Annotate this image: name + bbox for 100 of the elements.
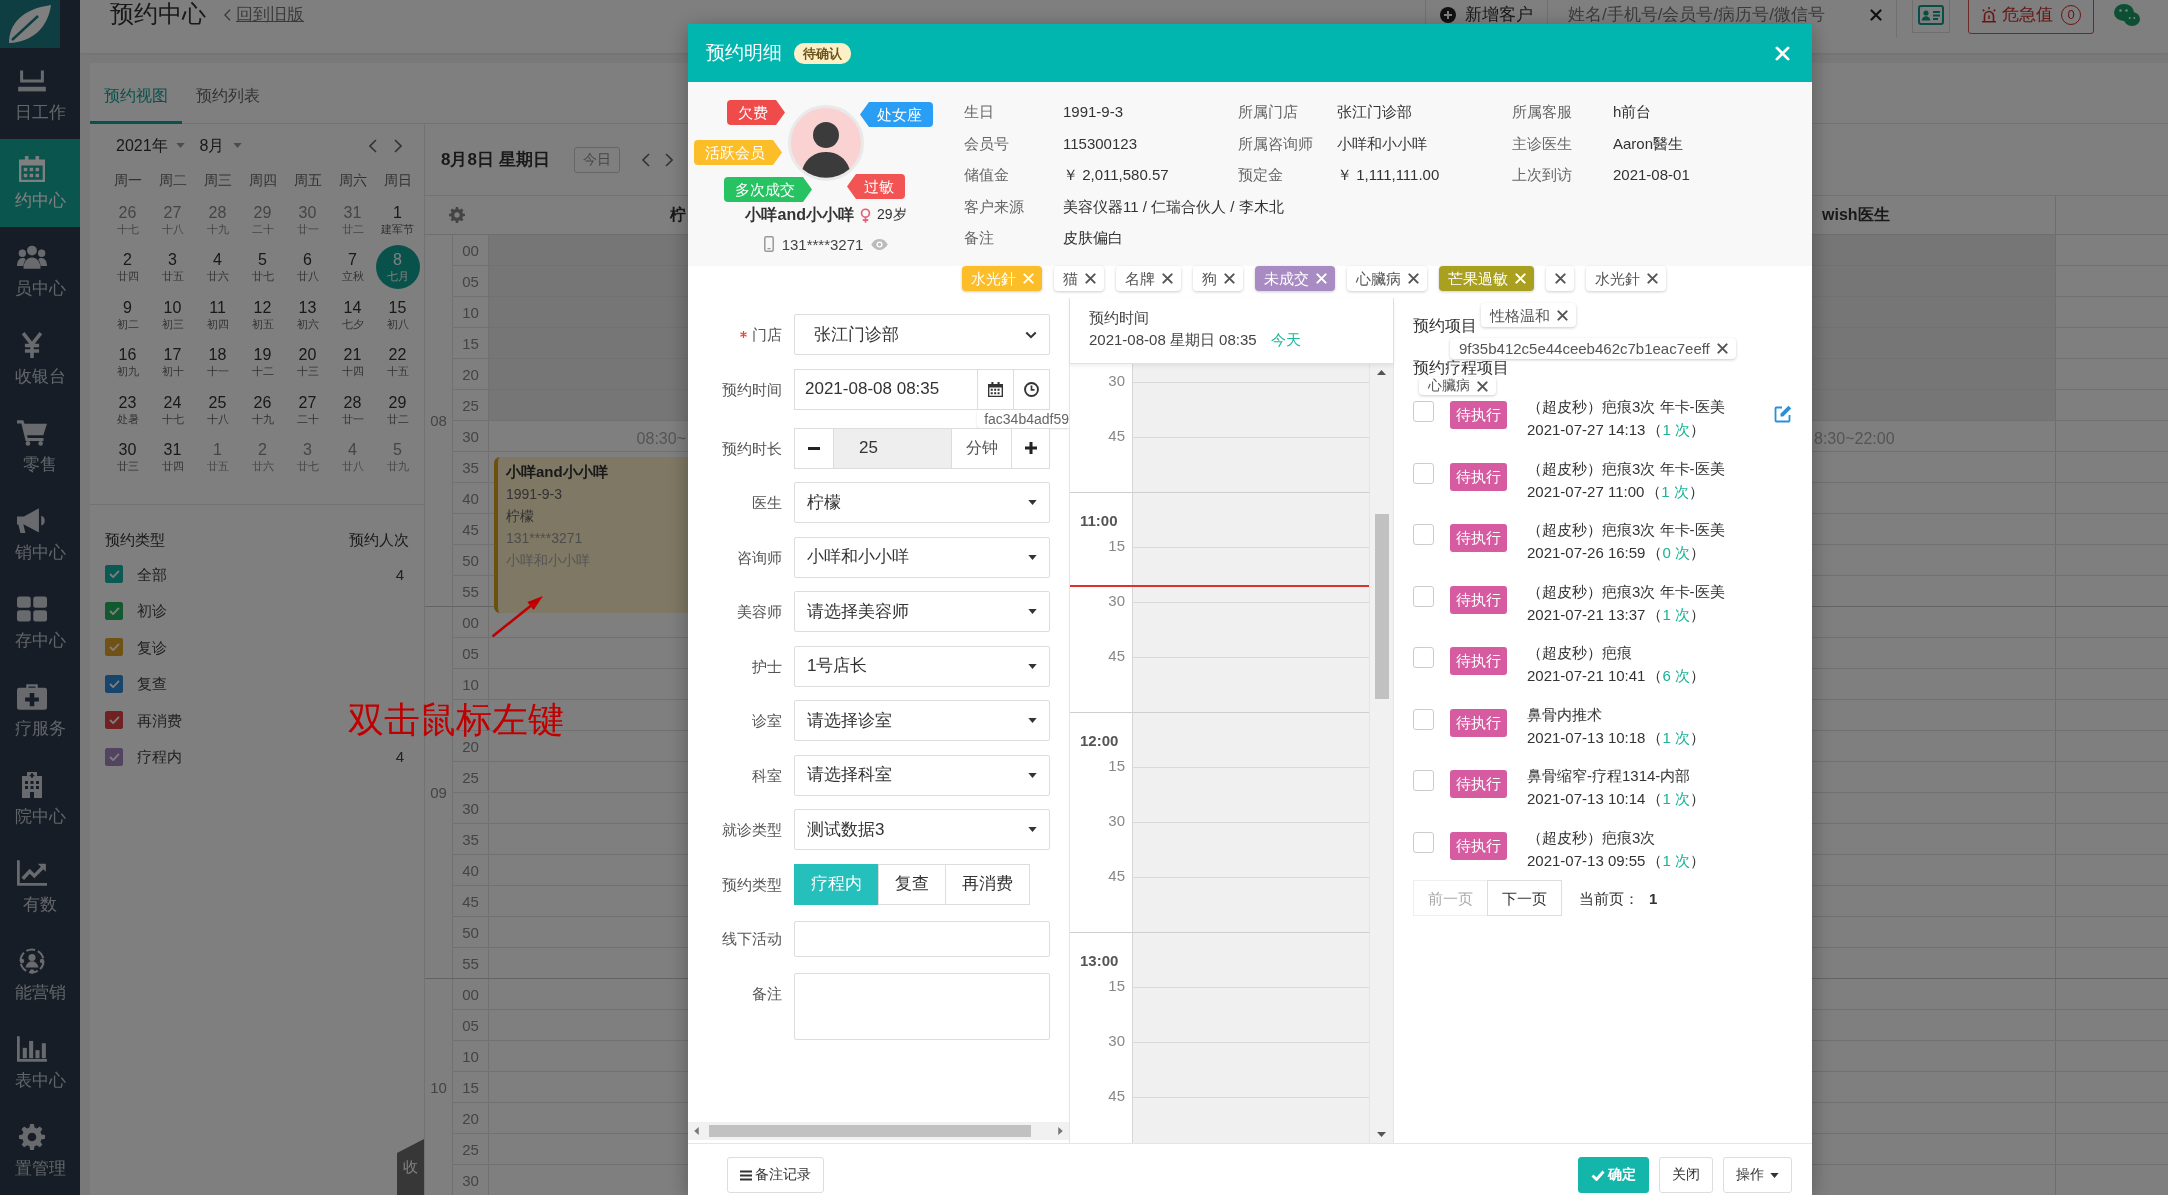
calendar-day[interactable]: 29 廿二 [375,387,420,432]
calendar-day[interactable]: 23 处暑 [105,387,150,432]
sidebar-item[interactable]: 销中心 [0,491,80,579]
calendar-day[interactable]: 5 廿七 [240,245,285,290]
chevron-right-icon[interactable] [394,139,402,153]
calendar-day[interactable]: 12 初五 [240,292,285,337]
calendar-day[interactable]: 7 立秋 [330,245,375,290]
close-icon[interactable] [1555,273,1566,284]
calendar-day[interactable]: 24 十七 [150,387,195,432]
clear-icon[interactable] [1870,8,1882,21]
minus-button[interactable] [794,427,834,469]
calendar-day[interactable]: 13 初六 [285,292,330,337]
eye-icon[interactable] [871,238,889,250]
close-icon[interactable] [1557,309,1568,321]
month-dropdown[interactable]: 8月 [199,134,242,158]
sidebar-item[interactable]: 员中心 [0,227,80,315]
close-icon[interactable] [1162,273,1173,284]
checkbox[interactable] [1413,585,1434,607]
calendar-day[interactable]: 8 七月 [375,245,420,290]
edit-icon[interactable] [1774,405,1792,423]
scrollbar-thumb[interactable] [709,1125,1031,1137]
actions-button[interactable]: 操作 [1723,1157,1792,1193]
calendar-day[interactable]: 3 廿五 [150,245,195,290]
calendar-day[interactable]: 31 廿四 [150,435,195,480]
textarea-field[interactable] [794,972,1050,1040]
duration-field[interactable]: 25 [834,427,951,469]
type-checkbox[interactable] [105,747,123,766]
down-arrow-icon[interactable] [1377,1132,1386,1137]
type-checkbox[interactable] [105,638,123,657]
type-checkbox[interactable] [105,674,123,693]
calendar-day[interactable]: 6 廿八 [285,245,330,290]
right-arrow-icon[interactable] [1058,1127,1063,1135]
calendar-day[interactable]: 14 七夕 [330,292,375,337]
plus-button[interactable] [1011,427,1050,469]
chevron-right-icon[interactable] [664,152,673,167]
year-dropdown[interactable]: 2021年 [116,134,185,158]
sidebar-item[interactable]: 表中心 [0,1019,80,1107]
select-field[interactable]: 张江门诊部 [794,314,1050,355]
checkbox[interactable] [1413,770,1434,791]
checkbox[interactable] [1413,831,1434,853]
select-field[interactable]: 柠檬 [794,482,1050,523]
left-arrow-icon[interactable] [694,1127,699,1135]
collapse-tab[interactable]: 收 [397,1139,424,1195]
select-field[interactable]: 1号店长 [794,645,1050,687]
type-checkbox[interactable] [105,601,123,620]
calendar-day[interactable]: 22 十五 [375,340,420,385]
type-checkbox[interactable] [105,565,123,584]
sidebar-item[interactable]: 疗服务 [0,667,80,755]
checkbox[interactable] [1413,647,1434,668]
sidebar-item[interactable]: 有数 [0,843,80,931]
sidebar-item[interactable]: 院中心 [0,755,80,843]
next-page-button[interactable]: 下一页 [1487,880,1562,916]
close-icon[interactable] [1224,273,1235,284]
close-button[interactable]: 关闭 [1659,1157,1713,1193]
close-icon[interactable] [1647,273,1658,284]
scrollbar-thumb[interactable] [1374,514,1389,699]
checkbox[interactable] [1413,708,1434,730]
settings-icon[interactable] [449,207,465,223]
calendar-day[interactable]: 9 初二 [105,292,150,337]
chevron-left-icon[interactable] [641,152,650,167]
type-checkbox[interactable] [105,711,123,730]
clock-button[interactable] [1013,368,1050,410]
calendar-button[interactable] [977,368,1014,410]
calendar-day[interactable]: 25 十八 [195,387,240,432]
select-field[interactable]: 请选择科室 [794,754,1050,796]
select-field[interactable]: 请选择诊室 [794,700,1050,741]
calendar-day[interactable]: 26 十九 [240,387,285,432]
segment-button[interactable]: 疗程内 [794,863,879,905]
close-icon[interactable] [1477,380,1488,392]
calendar-day[interactable]: 21 十四 [330,340,375,385]
close-icon[interactable] [1716,343,1728,354]
sidebar-item[interactable]: 收银台 [0,315,80,403]
calendar-day[interactable]: 15 初八 [375,292,420,337]
sidebar-item[interactable]: 存中心 [0,579,80,667]
segment-button[interactable]: 复查 [878,863,946,905]
calendar-day[interactable]: 2 廿四 [105,245,150,290]
calendar-day[interactable]: 4 廿六 [195,245,240,290]
calendar-day[interactable]: 17 初十 [150,340,195,385]
checkbox[interactable] [1413,401,1434,422]
calendar-day[interactable]: 27 二十 [285,387,330,432]
up-arrow-icon[interactable] [1377,370,1386,375]
checkbox[interactable] [1413,462,1434,484]
calendar-day[interactable]: 1 建军节 [375,197,420,242]
sidebar-item[interactable]: 能营销 [0,931,80,1019]
notes-button[interactable]: 备注记录 [727,1157,824,1193]
calendar-day[interactable]: 11 初四 [195,292,240,337]
back-link[interactable]: 回到旧版 [224,4,304,26]
tab[interactable]: 预约列表 [182,63,274,124]
segment-button[interactable]: 再消费 [945,863,1030,905]
chevron-left-icon[interactable] [369,139,377,153]
close-icon[interactable] [1085,273,1096,284]
close-icon[interactable] [1408,273,1419,284]
input-field[interactable] [794,921,1050,957]
id-card-button[interactable] [1912,0,1950,33]
sidebar-item[interactable]: 日工作 [0,51,80,139]
calendar-day[interactable]: 16 初九 [105,340,150,385]
chat-bubbles-icon[interactable] [2114,3,2140,26]
select-field[interactable]: 测试数据3 [794,809,1050,850]
confirm-button[interactable]: 确定 [1578,1157,1649,1193]
sidebar-item[interactable]: 零售 [0,403,80,491]
